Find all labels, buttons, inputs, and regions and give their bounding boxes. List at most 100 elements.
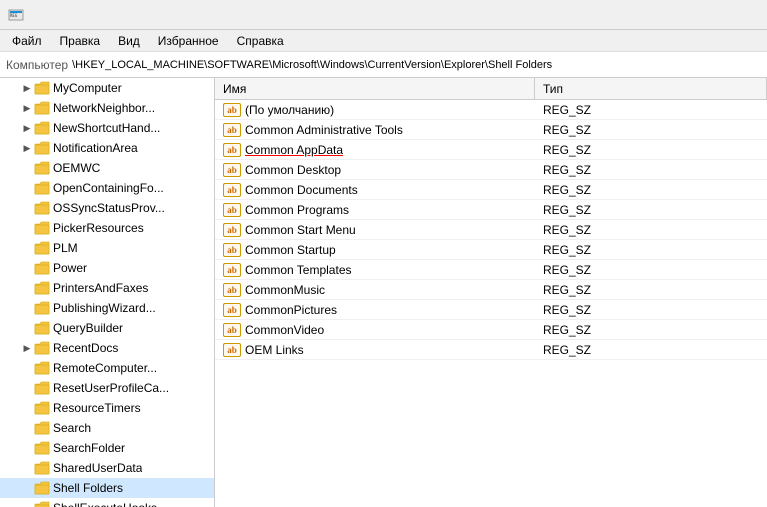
menu-item-справка[interactable]: Справка <box>229 32 292 50</box>
tree-expand-icon[interactable] <box>20 241 34 255</box>
table-row[interactable]: abCommon Administrative ToolsREG_SZ <box>215 120 767 140</box>
folder-icon <box>34 221 50 235</box>
tree-item[interactable]: Power <box>0 258 214 278</box>
reg-type-cell: REG_SZ <box>535 123 767 137</box>
folder-icon <box>34 381 50 395</box>
tree-expand-icon[interactable] <box>20 161 34 175</box>
folder-icon <box>34 301 50 315</box>
tree-item-label: OpenContainingFo... <box>53 181 164 195</box>
ab-icon: ab <box>223 223 241 237</box>
tree-item[interactable]: PublishingWizard... <box>0 298 214 318</box>
tree-item[interactable]: ▶ NotificationArea <box>0 138 214 158</box>
menu-item-вид[interactable]: Вид <box>110 32 148 50</box>
right-pane-header: Имя Тип <box>215 78 767 100</box>
tree-expand-icon[interactable]: ▶ <box>20 341 34 355</box>
reg-name-cell: abCommon Administrative Tools <box>215 123 535 137</box>
folder-icon <box>34 141 50 155</box>
address-bar: Компьютер \HKEY_LOCAL_MACHINE\SOFTWARE\M… <box>0 52 767 78</box>
folder-icon <box>34 421 50 435</box>
tree-expand-icon[interactable] <box>20 421 34 435</box>
reg-type-cell: REG_SZ <box>535 223 767 237</box>
table-row[interactable]: ab Common Start Menu REG_SZ <box>215 220 767 240</box>
tree-item-label: NewShortcutHand... <box>53 121 160 135</box>
tree-item-label: OEMWC <box>53 161 100 175</box>
tree-expand-icon[interactable] <box>20 201 34 215</box>
tree-item[interactable]: PickerResources <box>0 218 214 238</box>
table-row[interactable]: abCommon StartupREG_SZ <box>215 240 767 260</box>
tree-item[interactable]: ▶ RecentDocs <box>0 338 214 358</box>
tree-item[interactable]: Search <box>0 418 214 438</box>
menu-item-правка[interactable]: Правка <box>52 32 109 50</box>
table-row[interactable]: abCommon DesktopREG_SZ <box>215 160 767 180</box>
tree-item[interactable]: ▶ NewShortcutHand... <box>0 118 214 138</box>
folder-icon <box>34 441 50 455</box>
tree-item-label: OSSyncStatusProv... <box>53 201 165 215</box>
tree-expand-icon[interactable] <box>20 481 34 495</box>
tree-item[interactable]: Shell Folders <box>0 478 214 498</box>
tree-expand-icon[interactable] <box>20 401 34 415</box>
tree-expand-icon[interactable] <box>20 181 34 195</box>
table-row[interactable]: ab(По умолчанию)REG_SZ <box>215 100 767 120</box>
tree-expand-icon[interactable] <box>20 301 34 315</box>
tree-item[interactable]: ResourceTimers <box>0 398 214 418</box>
ab-icon: ab <box>223 263 241 277</box>
tree-item[interactable]: OEMWC <box>0 158 214 178</box>
tree-pane[interactable]: ▶ MyComputer▶ NetworkNeighbor...▶ NewSho… <box>0 78 215 507</box>
table-row[interactable]: abCommon DocumentsREG_SZ <box>215 180 767 200</box>
tree-expand-icon[interactable] <box>20 381 34 395</box>
tree-item[interactable]: ▶ NetworkNeighbor... <box>0 98 214 118</box>
tree-expand-icon[interactable]: ▶ <box>20 141 34 155</box>
tree-expand-icon[interactable] <box>20 281 34 295</box>
tree-expand-icon[interactable] <box>20 321 34 335</box>
tree-item[interactable]: ResetUserProfileCa... <box>0 378 214 398</box>
tree-expand-icon[interactable] <box>20 441 34 455</box>
tree-expand-icon[interactable] <box>20 501 34 507</box>
tree-item[interactable]: ShellExecuteHooks... <box>0 498 214 507</box>
table-row[interactable]: abCommonMusicREG_SZ <box>215 280 767 300</box>
table-row[interactable]: abCommon ProgramsREG_SZ <box>215 200 767 220</box>
reg-name-cell: abCommonPictures <box>215 303 535 317</box>
right-pane[interactable]: Имя Тип ab(По умолчанию)REG_SZabCommon A… <box>215 78 767 507</box>
table-row[interactable]: abCommon TemplatesREG_SZ <box>215 260 767 280</box>
folder-icon <box>34 481 50 495</box>
tree-item[interactable]: ▶ MyComputer <box>0 78 214 98</box>
tree-expand-icon[interactable]: ▶ <box>20 121 34 135</box>
tree-expand-icon[interactable]: ▶ <box>20 81 34 95</box>
menu-item-файл[interactable]: Файл <box>4 32 50 50</box>
table-row[interactable]: abOEM LinksREG_SZ <box>215 340 767 360</box>
tree-item-label: Search <box>53 421 91 435</box>
tree-item[interactable]: QueryBuilder <box>0 318 214 338</box>
tree-expand-icon[interactable] <box>20 261 34 275</box>
menu-item-избранное[interactable]: Избранное <box>150 32 227 50</box>
tree-item[interactable]: PrintersAndFaxes <box>0 278 214 298</box>
tree-item[interactable]: OpenContainingFo... <box>0 178 214 198</box>
tree-expand-icon[interactable] <box>20 461 34 475</box>
table-row[interactable]: abCommonVideoREG_SZ <box>215 320 767 340</box>
tree-expand-icon[interactable]: ▶ <box>20 101 34 115</box>
table-row[interactable]: abCommon AppDataREG_SZ <box>215 140 767 160</box>
tree-expand-icon[interactable] <box>20 221 34 235</box>
folder-icon <box>34 181 50 195</box>
tree-item[interactable]: SharedUserData <box>0 458 214 478</box>
ab-icon: ab <box>223 163 241 177</box>
reg-name-cell: abCommon Startup <box>215 243 535 257</box>
folder-icon <box>34 141 50 155</box>
folder-icon <box>34 421 50 435</box>
reg-name-text: Common Start Menu <box>245 223 356 237</box>
folder-icon <box>34 461 50 475</box>
ab-icon: ab <box>223 303 241 317</box>
reg-name-cell: abCommonMusic <box>215 283 535 297</box>
ab-icon: ab <box>223 123 241 137</box>
table-row[interactable]: abCommonPicturesREG_SZ <box>215 300 767 320</box>
tree-item[interactable]: SearchFolder <box>0 438 214 458</box>
tree-item[interactable]: RemoteComputer... <box>0 358 214 378</box>
tree-item[interactable]: PLM <box>0 238 214 258</box>
folder-icon <box>34 241 50 255</box>
folder-icon <box>34 101 50 115</box>
tree-item[interactable]: OSSyncStatusProv... <box>0 198 214 218</box>
tree-expand-icon[interactable] <box>20 361 34 375</box>
tree-item-label: PLM <box>53 241 78 255</box>
reg-name-text: (По умолчанию) <box>245 103 334 117</box>
reg-name-text: Common Documents <box>245 183 358 197</box>
ab-icon: ab <box>223 143 241 157</box>
